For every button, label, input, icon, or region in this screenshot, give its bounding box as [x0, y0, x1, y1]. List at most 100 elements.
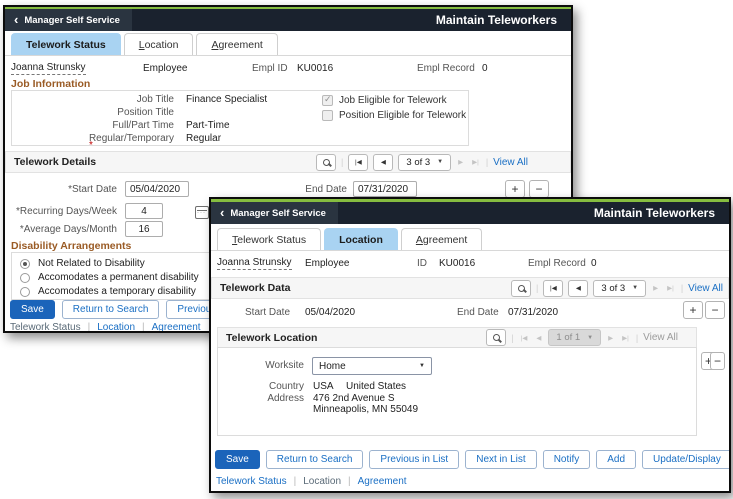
return-to-search-button[interactable]: Return to Search [265, 450, 364, 469]
back-chevron-icon: ‹ [220, 205, 225, 220]
tab-telework-status[interactable]: Telework Status [217, 228, 322, 250]
return-to-search-button[interactable]: Return to Search [61, 300, 160, 319]
tab-location[interactable]: Location [123, 33, 194, 55]
telework-details-bar: Telework Details | |◀ ◀ 3 of 3 ▼ ▶ ▶| | … [5, 151, 571, 173]
position-eligible-label: Position Eligible for Telework [339, 110, 467, 121]
job-information-title: Job Information [11, 78, 91, 90]
worksite-dropdown[interactable]: Home ▼ [312, 357, 432, 375]
tab-divider [211, 250, 729, 251]
search-icon[interactable] [511, 279, 532, 297]
regular-temporary-label: Regular/Temporary [88, 133, 174, 144]
first-row-button[interactable]: |◀ [543, 279, 564, 297]
last-row-button: ▶| [472, 159, 479, 166]
telework-data-title: Telework Data [220, 282, 291, 294]
chevron-down-icon: ▼ [632, 285, 639, 291]
telework-details-title: Telework Details [14, 156, 97, 168]
first-row-button[interactable]: |◀ [348, 153, 369, 171]
start-date-label: Start Date [245, 307, 291, 318]
telework-location-pagination: | |◀ ◀ 1 of 1 ▼ ▶ ▶| | View All [486, 329, 678, 346]
disability-option-label: Not Related to Disability [38, 258, 145, 269]
tab-location[interactable]: Location [324, 228, 398, 250]
radio-icon[interactable] [20, 286, 30, 297]
save-button[interactable]: Save [215, 450, 260, 469]
radio-icon[interactable] [20, 272, 30, 283]
add-row-button[interactable]: + [683, 301, 703, 319]
chevron-down-icon: ▼ [437, 159, 444, 165]
disability-option-row[interactable]: Not Related to Disability [20, 258, 145, 269]
previous-row-button[interactable]: ◀ [568, 279, 589, 297]
disability-option-row[interactable]: Accomodates a temporary disability [20, 286, 196, 297]
tab-divider [5, 55, 571, 56]
row-position-dropdown[interactable]: 3 of 3 ▼ [398, 153, 452, 171]
delete-row-button[interactable]: − [529, 180, 549, 198]
row-position-dropdown[interactable]: 3 of 3 ▼ [593, 279, 647, 297]
previous-row-button[interactable]: ◀ [373, 153, 394, 171]
add-row-button[interactable]: + [505, 180, 525, 198]
page-link-agreement[interactable]: Agreement [152, 322, 201, 331]
tab-bar: Telework Status Location Agreement [217, 228, 483, 250]
start-date-value: 05/04/2020 [305, 307, 356, 318]
link-separator: | [142, 322, 145, 331]
position-eligible-checkbox-row: Position Eligible for Telework [322, 110, 466, 121]
job-title-label: Job Title [136, 94, 174, 105]
back-button[interactable]: ‹ Manager Self Service [5, 9, 132, 31]
full-part-time-value: Part-Time [186, 120, 230, 131]
employee-name-link[interactable]: Joanna Strunsky [217, 257, 292, 270]
app-header: ‹ Manager Self Service Maintain Telework… [211, 202, 729, 224]
page-link-telework-status[interactable]: Telework Status [216, 476, 287, 487]
country-code: USA [313, 381, 334, 392]
worksite-label: Worksite [265, 360, 304, 371]
previous-in-list-button[interactable]: Previous in List [369, 450, 460, 469]
calendar-icon[interactable] [195, 206, 209, 219]
next-in-list-button[interactable]: Next in List [465, 450, 537, 469]
job-eligible-label: Job Eligible for Telework [339, 95, 447, 106]
next-row-button: ▶ [653, 285, 659, 292]
search-icon[interactable] [486, 329, 507, 346]
recurring-days-input[interactable] [125, 203, 163, 219]
end-date-value: 07/31/2020 [508, 307, 559, 318]
tab-agreement[interactable]: Agreement [196, 33, 278, 55]
view-all-link[interactable]: View All [493, 157, 528, 168]
empl-id-value: KU0016 [297, 63, 334, 74]
disability-option-label: Accomodates a permanent disability [38, 272, 199, 283]
save-button[interactable]: Save [10, 300, 55, 319]
job-information-box: Job Title Finance Specialist Position Ti… [11, 90, 469, 146]
end-date-input[interactable] [353, 181, 417, 197]
average-days-input[interactable] [125, 221, 163, 237]
country-label: Country [268, 381, 304, 392]
delete-row-button[interactable]: − [705, 301, 725, 319]
delete-row-button[interactable]: − [710, 352, 725, 370]
view-all-link[interactable]: View All [688, 283, 723, 294]
page-links: Telework Status | Location | Agreement [216, 476, 407, 487]
empl-record-value: 0 [591, 258, 597, 269]
tab-telework-status[interactable]: Telework Status [11, 33, 121, 55]
search-icon[interactable] [316, 153, 337, 171]
back-button[interactable]: ‹ Manager Self Service [211, 202, 338, 224]
pagination-separator: | [341, 157, 344, 167]
full-part-time-label: Full/Part Time [112, 120, 174, 131]
radio-icon[interactable] [20, 258, 30, 269]
position-title-label: Position Title [117, 107, 174, 118]
pagination-separator: | [536, 283, 539, 293]
notify-button[interactable]: Notify [542, 450, 591, 469]
tab-agreement[interactable]: Agreement [400, 228, 483, 250]
address-line-1: 476 2nd Avenue S [313, 393, 395, 404]
page-title: Maintain Teleworkers [435, 13, 557, 27]
link-separator: | [293, 476, 297, 487]
end-date-label: End Date [457, 307, 499, 318]
page-link-location[interactable]: Location [97, 322, 135, 331]
page-link-location: Location [303, 476, 342, 487]
previous-row-button: ◀ [536, 334, 542, 342]
last-row-button: ▶| [667, 285, 674, 292]
page-link-agreement[interactable]: Agreement [358, 476, 407, 487]
job-title-value: Finance Specialist [186, 94, 268, 105]
back-label: Manager Self Service [230, 207, 326, 219]
add-button[interactable]: Add [596, 450, 637, 469]
disability-arrangements-title: Disability Arrangements [11, 240, 132, 252]
address-label: Address [267, 393, 304, 404]
disability-option-row[interactable]: Accomodates a permanent disability [20, 272, 199, 283]
empl-id-label: Empl ID [252, 63, 288, 74]
update-display-button[interactable]: Update/Display [642, 450, 729, 469]
employee-name-link[interactable]: Joanna Strunsky [11, 62, 86, 75]
start-date-input[interactable] [125, 181, 189, 197]
